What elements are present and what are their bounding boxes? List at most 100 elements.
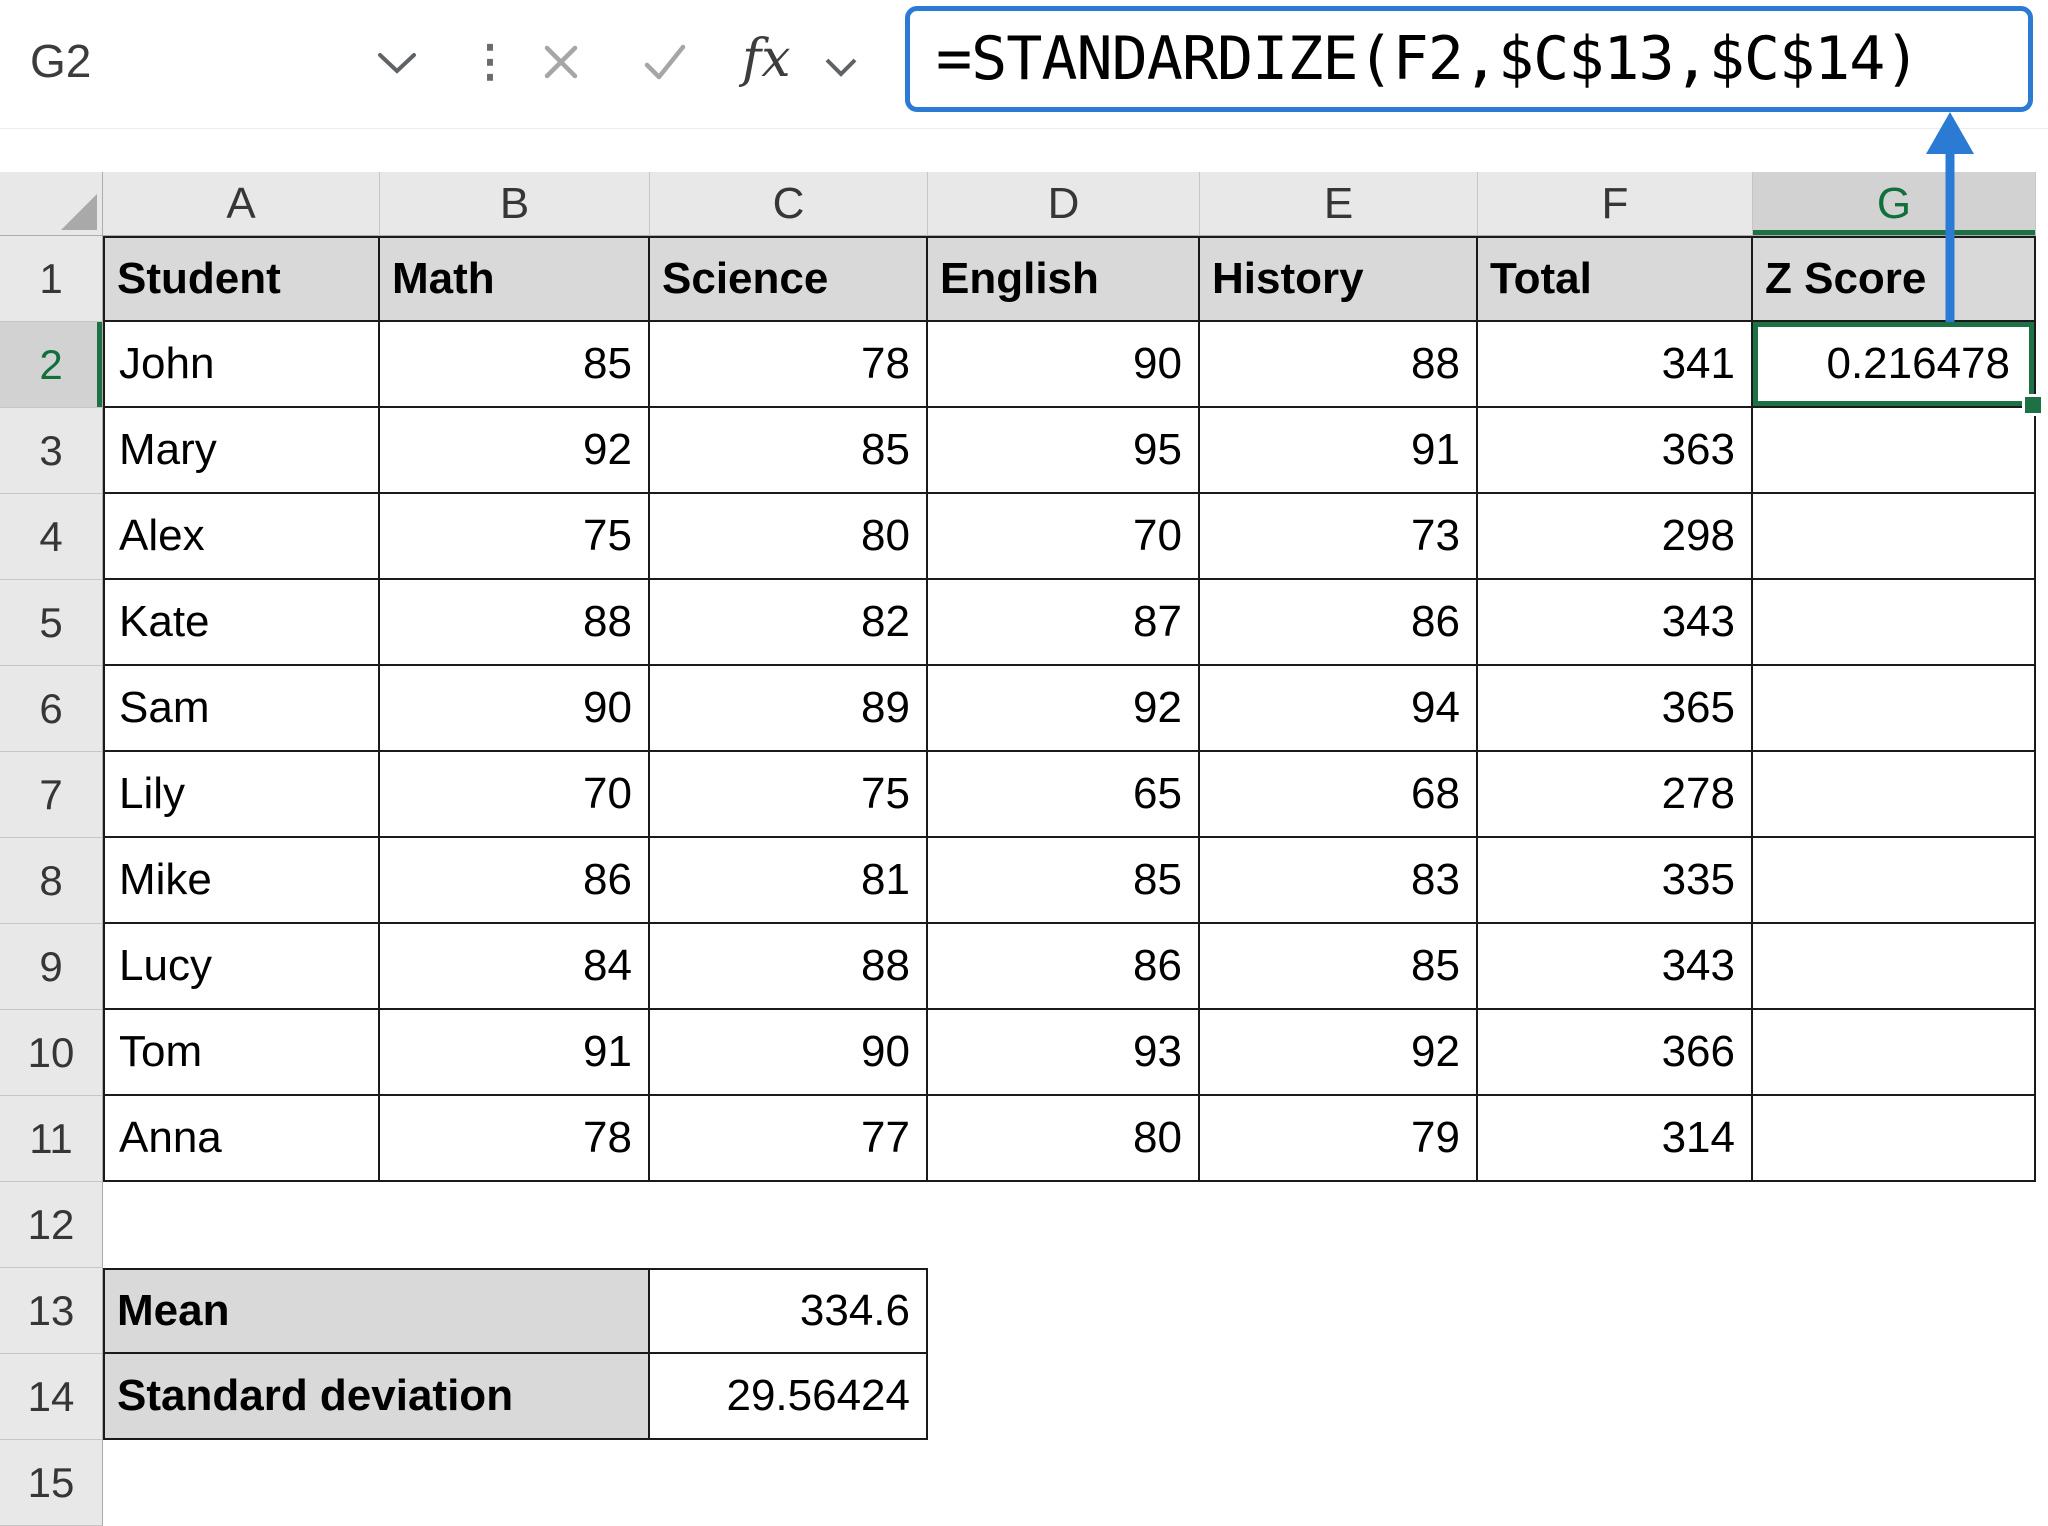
- cell-C10[interactable]: 90: [650, 1010, 928, 1096]
- cell-F6[interactable]: 365: [1478, 666, 1753, 752]
- cell-F3[interactable]: 363: [1478, 408, 1753, 494]
- cell-E7[interactable]: 68: [1200, 752, 1478, 838]
- cell-D3[interactable]: 95: [928, 408, 1200, 494]
- row-header-3[interactable]: 3: [0, 408, 103, 494]
- cell-C11[interactable]: 77: [650, 1096, 928, 1182]
- cell-E12[interactable]: [1200, 1182, 1478, 1268]
- cell-F8[interactable]: 335: [1478, 838, 1753, 924]
- cell-E9[interactable]: 85: [1200, 924, 1478, 1010]
- cell-C8[interactable]: 81: [650, 838, 928, 924]
- cell-C7[interactable]: 75: [650, 752, 928, 838]
- cell-D9[interactable]: 86: [928, 924, 1200, 1010]
- cell-D6[interactable]: 92: [928, 666, 1200, 752]
- name-box[interactable]: G2: [30, 0, 91, 122]
- cell-F14[interactable]: [1478, 1354, 1753, 1440]
- cell-G12[interactable]: [1753, 1182, 2036, 1268]
- column-header-C[interactable]: C: [650, 172, 928, 236]
- cell-B12[interactable]: [380, 1182, 650, 1268]
- cell-G3[interactable]: [1753, 408, 2036, 494]
- cell-A15[interactable]: [103, 1440, 380, 1526]
- cell-D5[interactable]: 87: [928, 580, 1200, 666]
- cell-B8[interactable]: 86: [380, 838, 650, 924]
- cell-C12[interactable]: [650, 1182, 928, 1268]
- cell-B7[interactable]: 70: [380, 752, 650, 838]
- cell-A6[interactable]: Sam: [103, 666, 380, 752]
- cell-C9[interactable]: 88: [650, 924, 928, 1010]
- cell-F13[interactable]: [1478, 1268, 1753, 1354]
- cell-B5[interactable]: 88: [380, 580, 650, 666]
- cell-A5[interactable]: Kate: [103, 580, 380, 666]
- row-header-6[interactable]: 6: [0, 666, 103, 752]
- cell-E3[interactable]: 91: [1200, 408, 1478, 494]
- cell-D4[interactable]: 70: [928, 494, 1200, 580]
- cancel-icon[interactable]: [538, 39, 584, 90]
- cell-D2[interactable]: 90: [928, 322, 1200, 408]
- cell-G5[interactable]: [1753, 580, 2036, 666]
- select-all-button[interactable]: [0, 172, 103, 236]
- row-header-4[interactable]: 4: [0, 494, 103, 580]
- cell-B10[interactable]: 91: [380, 1010, 650, 1096]
- cell-F10[interactable]: 366: [1478, 1010, 1753, 1096]
- cell-F2[interactable]: 341: [1478, 322, 1753, 408]
- cell-G13[interactable]: [1753, 1268, 2036, 1354]
- cell-G10[interactable]: [1753, 1010, 2036, 1096]
- cell-B9[interactable]: 84: [380, 924, 650, 1010]
- cell-D10[interactable]: 93: [928, 1010, 1200, 1096]
- cell-G9[interactable]: [1753, 924, 2036, 1010]
- cell-G14[interactable]: [1753, 1354, 2036, 1440]
- cell-F15[interactable]: [1478, 1440, 1753, 1526]
- cell-D11[interactable]: 80: [928, 1096, 1200, 1182]
- cell-E13[interactable]: [1200, 1268, 1478, 1354]
- cell-A7[interactable]: Lily: [103, 752, 380, 838]
- row-header-10[interactable]: 10: [0, 1010, 103, 1096]
- enter-icon[interactable]: [640, 39, 690, 90]
- cell-B15[interactable]: [380, 1440, 650, 1526]
- cell-C2[interactable]: 78: [650, 322, 928, 408]
- name-box-chevron-icon[interactable]: [376, 50, 418, 81]
- cell-E8[interactable]: 83: [1200, 838, 1478, 924]
- cell-A14[interactable]: Standard deviation: [103, 1354, 650, 1440]
- cell-A10[interactable]: Tom: [103, 1010, 380, 1096]
- row-header-13[interactable]: 13: [0, 1268, 103, 1354]
- cell-A3[interactable]: Mary: [103, 408, 380, 494]
- cell-G2[interactable]: 0.216478: [1753, 322, 2036, 408]
- row-header-5[interactable]: 5: [0, 580, 103, 666]
- cell-D15[interactable]: [928, 1440, 1200, 1526]
- cell-C13[interactable]: 334.6: [650, 1268, 928, 1354]
- cell-E11[interactable]: 79: [1200, 1096, 1478, 1182]
- cell-F5[interactable]: 343: [1478, 580, 1753, 666]
- column-header-D[interactable]: D: [928, 172, 1200, 236]
- cell-C4[interactable]: 80: [650, 494, 928, 580]
- cell-A4[interactable]: Alex: [103, 494, 380, 580]
- row-header-14[interactable]: 14: [0, 1354, 103, 1440]
- row-header-2[interactable]: 2: [0, 322, 103, 408]
- cell-C15[interactable]: [650, 1440, 928, 1526]
- column-header-E[interactable]: E: [1200, 172, 1478, 236]
- cell-E4[interactable]: 73: [1200, 494, 1478, 580]
- cell-G8[interactable]: [1753, 838, 2036, 924]
- cell-B3[interactable]: 92: [380, 408, 650, 494]
- cell-E2[interactable]: 88: [1200, 322, 1478, 408]
- cell-G15[interactable]: [1753, 1440, 2036, 1526]
- cell-A2[interactable]: John: [103, 322, 380, 408]
- cell-A9[interactable]: Lucy: [103, 924, 380, 1010]
- cell-F4[interactable]: 298: [1478, 494, 1753, 580]
- cell-A13[interactable]: Mean: [103, 1268, 650, 1354]
- cell-C5[interactable]: 82: [650, 580, 928, 666]
- cell-F1[interactable]: Total: [1478, 236, 1753, 322]
- cell-A8[interactable]: Mike: [103, 838, 380, 924]
- row-header-15[interactable]: 15: [0, 1440, 103, 1526]
- row-header-7[interactable]: 7: [0, 752, 103, 838]
- cell-F11[interactable]: 314: [1478, 1096, 1753, 1182]
- cell-C14[interactable]: 29.56424: [650, 1354, 928, 1440]
- column-header-B[interactable]: B: [380, 172, 650, 236]
- row-header-11[interactable]: 11: [0, 1096, 103, 1182]
- cell-G4[interactable]: [1753, 494, 2036, 580]
- cell-F12[interactable]: [1478, 1182, 1753, 1268]
- cell-G11[interactable]: [1753, 1096, 2036, 1182]
- cell-D1[interactable]: English: [928, 236, 1200, 322]
- row-header-8[interactable]: 8: [0, 838, 103, 924]
- cell-C3[interactable]: 85: [650, 408, 928, 494]
- cell-D12[interactable]: [928, 1182, 1200, 1268]
- cell-G1[interactable]: Z Score: [1753, 236, 2036, 322]
